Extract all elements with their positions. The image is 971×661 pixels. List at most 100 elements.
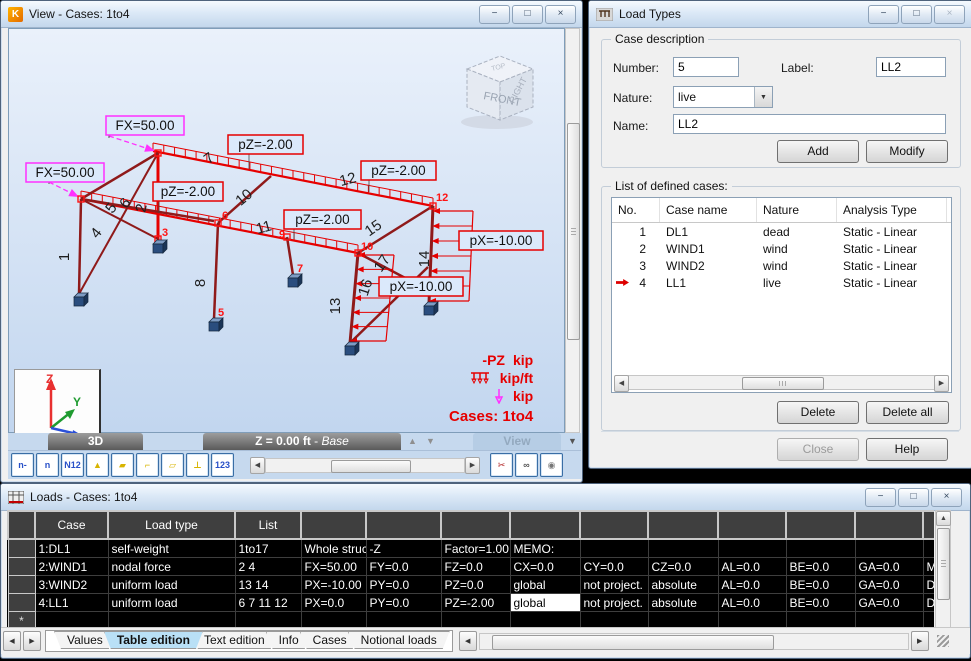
view-hscroll-left[interactable]: ◀ bbox=[250, 457, 265, 474]
loads-cell[interactable]: not project. bbox=[580, 594, 648, 612]
loads-cell[interactable]: CX=0.0 bbox=[510, 558, 580, 576]
loads-cell[interactable]: 2:WIND1 bbox=[35, 558, 108, 576]
loads-column-header[interactable]: Case bbox=[35, 511, 108, 539]
loads-cell[interactable]: 1:DL1 bbox=[35, 539, 108, 558]
tabbar-scroll-right[interactable]: ▶ bbox=[23, 631, 41, 651]
case-list-column-header[interactable]: Case name bbox=[660, 198, 757, 222]
node-symbols-icon[interactable]: n- bbox=[11, 453, 34, 477]
loads-cell[interactable]: D bbox=[923, 594, 934, 612]
loads-cell[interactable]: GA=0.0 bbox=[855, 558, 923, 576]
dialog-maximize-button[interactable]: □ bbox=[901, 5, 932, 24]
loads-column-header[interactable] bbox=[441, 511, 510, 539]
loads-cell[interactable]: global bbox=[510, 576, 580, 594]
panels-icon[interactable]: ▱ bbox=[161, 453, 184, 477]
case-list-row[interactable]: 3WIND2windStatic - Linear bbox=[612, 257, 951, 274]
loads-cell[interactable]: global bbox=[510, 594, 580, 612]
row-header-corner[interactable] bbox=[8, 511, 35, 539]
name-field[interactable] bbox=[673, 114, 946, 134]
structure-3d-view[interactable]: FRONT RIGHT TOP 124567810111213141516173… bbox=[8, 28, 565, 433]
loads-column-header[interactable] bbox=[718, 511, 786, 539]
case-list-column-header[interactable]: Analysis Type bbox=[837, 198, 947, 222]
loads-minimize-button[interactable]: − bbox=[865, 488, 896, 507]
loads-cell[interactable] bbox=[580, 539, 648, 558]
loads-cell[interactable]: AL=0.0 bbox=[718, 594, 786, 612]
tab-view[interactable]: View bbox=[473, 433, 561, 450]
view-hscroll-right[interactable]: ▶ bbox=[465, 457, 480, 474]
delete-button[interactable]: Delete bbox=[777, 401, 859, 424]
view-vertical-scrollbar[interactable] bbox=[565, 28, 581, 433]
loads-tab-notional-loads[interactable]: Notional loads bbox=[348, 631, 450, 649]
loads-row-header[interactable] bbox=[8, 594, 35, 612]
loads-cell[interactable]: PY=0.0 bbox=[366, 594, 441, 612]
case-list-row[interactable]: 2WIND1windStatic - Linear bbox=[612, 240, 951, 257]
case-list-row[interactable]: 1DL1deadStatic - Linear bbox=[612, 223, 951, 240]
dropdown-arrow-icon[interactable]: ▼ bbox=[754, 87, 772, 107]
loads-cell[interactable]: -Z bbox=[366, 539, 441, 558]
status-scroll-down[interactable]: ▼ bbox=[568, 436, 577, 446]
loads-cell[interactable]: absolute bbox=[648, 576, 718, 594]
loads-cell[interactable]: 4:LL1 bbox=[35, 594, 108, 612]
node-numbers-icon[interactable]: n bbox=[36, 453, 59, 477]
modify-button[interactable]: Modify bbox=[866, 140, 948, 163]
loads-cell[interactable]: uniform load bbox=[108, 594, 235, 612]
loads-tab-text-edition[interactable]: Text edition bbox=[191, 631, 278, 649]
loads-row-header[interactable] bbox=[8, 539, 35, 558]
loads-cell[interactable] bbox=[855, 539, 923, 558]
loads-cell[interactable]: 3:WIND2 bbox=[35, 576, 108, 594]
sections-icon[interactable]: ⌐ bbox=[136, 453, 159, 477]
loads-cell[interactable]: 13 14 bbox=[235, 576, 301, 594]
loads-column-header[interactable]: List bbox=[235, 511, 301, 539]
number-field[interactable] bbox=[673, 57, 739, 77]
loads-column-header[interactable] bbox=[923, 511, 934, 539]
loads-cell[interactable]: PX=-10.00 bbox=[301, 576, 366, 594]
loads-cell[interactable]: PY=0.0 bbox=[366, 576, 441, 594]
loads-cell[interactable]: 2 4 bbox=[235, 558, 301, 576]
loads-cell[interactable] bbox=[648, 539, 718, 558]
loads-cell[interactable]: MEMO: bbox=[510, 539, 580, 558]
tab-3d[interactable]: 3D bbox=[48, 433, 143, 450]
loads-cell[interactable]: not project. bbox=[580, 576, 648, 594]
loads-restore-button[interactable]: □ bbox=[898, 488, 929, 507]
status-down-arrow[interactable]: ▼ bbox=[426, 436, 435, 446]
loads-cell[interactable]: PZ=-2.00 bbox=[441, 594, 510, 612]
loads-tab-table-edition[interactable]: Table edition bbox=[104, 631, 203, 649]
loads-cell[interactable]: absolute bbox=[648, 594, 718, 612]
loads-cell[interactable]: 6 7 11 12 bbox=[235, 594, 301, 612]
loads-column-header[interactable] bbox=[301, 511, 366, 539]
loads-cell[interactable]: Whole structu bbox=[301, 539, 366, 558]
nature-dropdown[interactable]: live ▼ bbox=[673, 86, 773, 108]
table-hscroll-left[interactable]: ◀ bbox=[459, 631, 477, 651]
loads-cell[interactable]: nodal force bbox=[108, 558, 235, 576]
loads-cell[interactable] bbox=[923, 539, 934, 558]
member-numbers-icon[interactable]: N12 bbox=[61, 453, 84, 477]
loads-close-button[interactable]: × bbox=[931, 488, 962, 507]
view-filter-icon[interactable]: ∞ bbox=[515, 453, 538, 477]
delete-all-button[interactable]: Delete all bbox=[866, 401, 949, 424]
loads-cell[interactable]: CY=0.0 bbox=[580, 558, 648, 576]
loads-row-header[interactable] bbox=[8, 576, 35, 594]
releases-icon[interactable]: ▰ bbox=[111, 453, 134, 477]
orbit-icon[interactable]: ◉ bbox=[540, 453, 563, 477]
loads-cell[interactable]: FX=50.00 bbox=[301, 558, 366, 576]
loads-cell[interactable]: 1to17 bbox=[235, 539, 301, 558]
table-hscrollbar[interactable] bbox=[479, 633, 909, 650]
view-maximize-button[interactable]: □ bbox=[512, 5, 543, 24]
loads-cell[interactable]: BE=0.0 bbox=[786, 594, 855, 612]
load-symbols-icon[interactable]: ⊥ bbox=[186, 453, 209, 477]
case-list-column-header[interactable]: No. bbox=[612, 198, 660, 222]
loads-cell[interactable]: Factor=1.00 bbox=[441, 539, 510, 558]
loads-cell[interactable]: BE=0.0 bbox=[786, 558, 855, 576]
case-list-row[interactable]: 4LL1liveStatic - Linear bbox=[612, 274, 951, 291]
view-minimize-button[interactable]: − bbox=[479, 5, 510, 24]
table-hscroll-right[interactable]: ▶ bbox=[911, 631, 929, 651]
view-close-button[interactable]: × bbox=[545, 5, 576, 24]
loads-cell[interactable] bbox=[718, 539, 786, 558]
loads-cell[interactable]: CZ=0.0 bbox=[648, 558, 718, 576]
loads-column-header[interactable] bbox=[786, 511, 855, 539]
loads-table[interactable]: CaseLoad typeList1:DL1self-weight1to17Wh… bbox=[7, 510, 934, 630]
resize-grip[interactable] bbox=[937, 635, 949, 647]
case-list-hscroll[interactable]: ◀ ▶ bbox=[614, 375, 949, 390]
loads-cell[interactable]: D bbox=[923, 576, 934, 594]
dialog-close-button[interactable]: × bbox=[934, 5, 965, 24]
close-button[interactable]: Close bbox=[777, 438, 859, 461]
